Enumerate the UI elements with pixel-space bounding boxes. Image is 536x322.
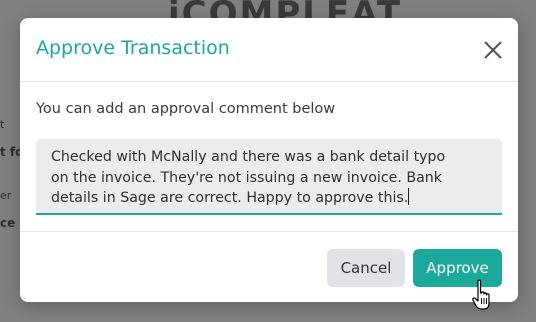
hand-pointer-cursor-icon	[472, 279, 492, 313]
comment-line: Checked with McNally and there was a ban…	[51, 149, 446, 165]
close-icon[interactable]	[482, 39, 504, 61]
comment-line: details in Sage are correct. Happy to ap…	[51, 190, 409, 206]
background-text: t	[0, 118, 5, 131]
dialog-title: Approve Transaction	[36, 37, 230, 59]
dialog-header: Approve Transaction	[20, 18, 518, 82]
text-caret	[408, 188, 410, 205]
approval-comment-field[interactable]: Checked with McNally and there was a ban…	[36, 139, 502, 215]
background-text: er	[0, 189, 12, 202]
comment-prompt: You can add an approval comment below	[36, 101, 336, 117]
approve-transaction-dialog: Approve Transaction You can add an appro…	[20, 18, 518, 302]
dialog-body: You can add an approval comment below Ch…	[20, 82, 518, 232]
cancel-button[interactable]: Cancel	[327, 249, 405, 287]
comment-line: on the invoice. They're not issuing a ne…	[51, 169, 443, 186]
